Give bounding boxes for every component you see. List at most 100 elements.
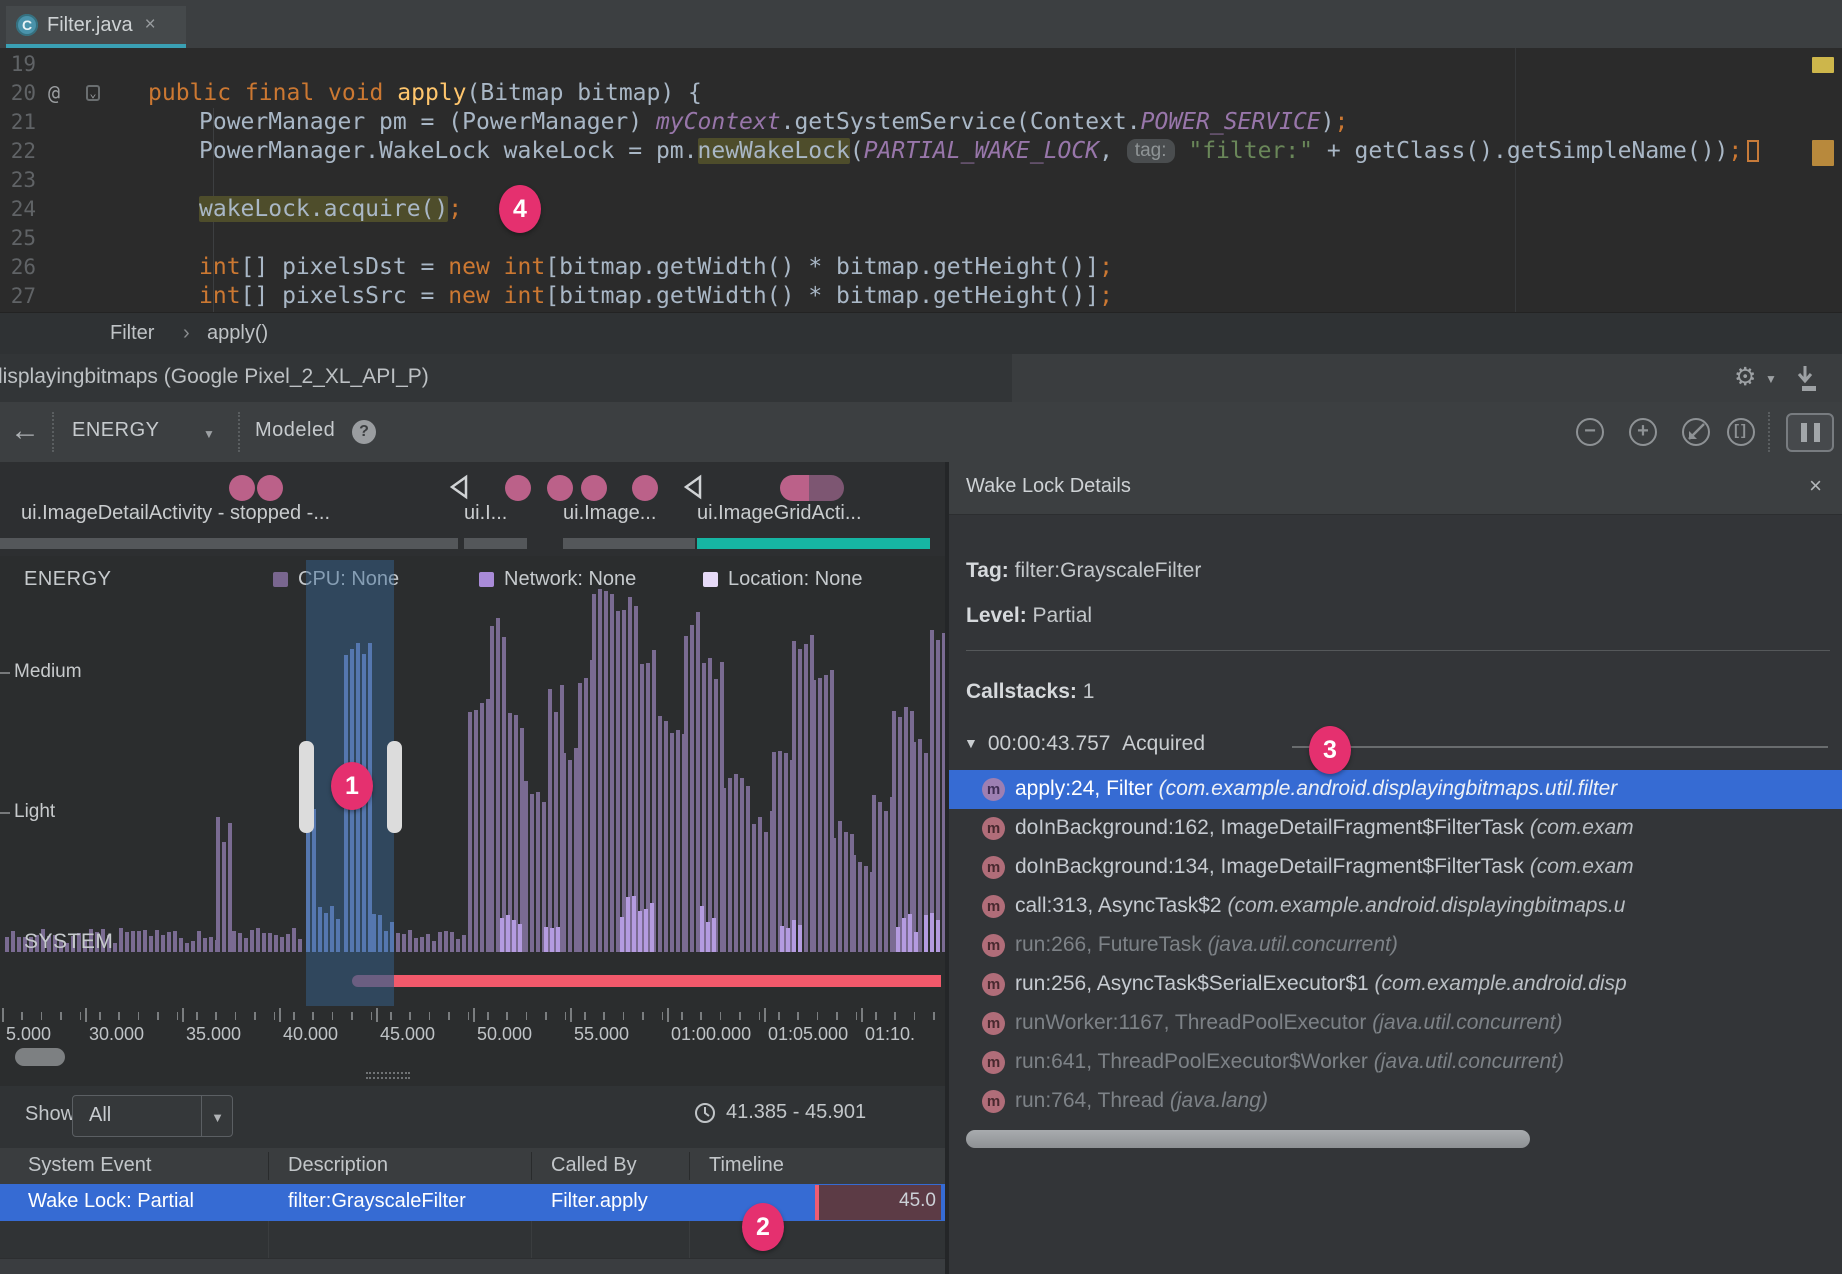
energy-bar — [119, 928, 123, 952]
profiler-category-select[interactable]: ENERGY — [72, 419, 159, 442]
download-icon[interactable] — [1792, 364, 1818, 392]
energy-bar — [676, 730, 680, 952]
table-header[interactable]: System Event Description Called By Timeline — [0, 1148, 945, 1184]
axis-minor-tick — [914, 1012, 916, 1020]
splitter-grip[interactable] — [366, 1072, 410, 1074]
energy-bar — [512, 920, 516, 952]
energy-bar — [197, 931, 201, 952]
energy-bar — [598, 589, 602, 952]
back-arrow-icon[interactable]: ← — [10, 414, 40, 448]
code-editor[interactable]: 1920@⌄public final void apply(Bitmap bit… — [0, 48, 1842, 312]
line-number: 20 — [4, 79, 36, 108]
energy-bar — [506, 915, 510, 952]
code-line[interactable]: 26int[] pixelsDst = new int[bitmap.getWi… — [0, 253, 1800, 282]
pause-live-button[interactable] — [1786, 413, 1834, 452]
activity-label[interactable]: ui.I... — [464, 502, 507, 525]
callstack-frame[interactable]: mrun:266, FutureTask (java.util.concurre… — [949, 926, 1842, 965]
wake-lock-bar[interactable] — [394, 975, 941, 987]
callstack-frame[interactable]: mdoInBackground:162, ImageDetailFragment… — [949, 809, 1842, 848]
tab-filter-java[interactable]: C Filter.java × — [6, 6, 186, 48]
energy-chart[interactable]: ENERGY CPU: NoneNetwork: NoneLocation: N… — [0, 556, 945, 1086]
column-header[interactable]: Called By — [551, 1154, 637, 1177]
axis-minor-tick — [468, 1012, 470, 1020]
y-axis-label: Light — [14, 801, 55, 823]
column-header[interactable]: Timeline — [709, 1154, 784, 1177]
error-stripe-mark[interactable] — [1812, 57, 1834, 73]
axis-major-tick — [473, 1008, 475, 1022]
code-line[interactable]: 24wakeLock.acquire(); — [0, 195, 1800, 224]
callstack-frame[interactable]: mdoInBackground:134, ImageDetailFragment… — [949, 848, 1842, 887]
callstack-group-header[interactable]: ▼00:00:43.757 Acquired — [964, 732, 1205, 756]
horizontal-scrollbar-thumb[interactable] — [15, 1048, 65, 1066]
help-icon[interactable]: ? — [352, 420, 376, 444]
energy-bar — [432, 941, 436, 952]
code-line[interactable]: 23 — [0, 166, 1800, 195]
separator — [238, 412, 240, 452]
activity-label[interactable]: ui.Image... — [563, 502, 656, 525]
callstack-frame[interactable]: mrun:764, Thread (java.lang) — [949, 1082, 1842, 1121]
code-line[interactable]: 25 — [0, 224, 1800, 253]
selection-handle[interactable] — [387, 741, 402, 833]
callstack-frame[interactable]: mapply:24, Filter (com.example.android.d… — [949, 770, 1842, 809]
table-cell: filter:GrayscaleFilter — [288, 1190, 466, 1213]
timeline-pane[interactable]: ui.ImageDetailActivity - stopped -... ui.… — [0, 462, 945, 1274]
energy-bar — [764, 832, 768, 952]
axis-major-tick — [764, 1008, 766, 1022]
column-separator — [268, 1152, 269, 1180]
breadcrumb-class[interactable]: Filter — [110, 322, 154, 345]
splitter-grip[interactable] — [366, 1077, 410, 1079]
zoom-in-icon[interactable]: + — [1629, 418, 1657, 446]
collapse-caret-icon[interactable]: ▼ — [964, 735, 978, 751]
frame-text: run:641, ThreadPoolExecutor$Worker (java… — [1015, 1050, 1564, 1074]
energy-bar — [708, 658, 712, 952]
close-icon[interactable]: × — [1809, 473, 1822, 499]
frame-text: apply:24, Filter (com.example.android.di… — [1015, 777, 1617, 801]
callstack-frame[interactable]: mrun:641, ThreadPoolExecutor$Worker (jav… — [949, 1043, 1842, 1082]
session-title-block[interactable]: displayingbitmaps (Google Pixel_2_XL_API… — [0, 354, 1012, 402]
column-header[interactable]: System Event — [28, 1154, 151, 1177]
axis-minor-tick — [254, 1012, 256, 1020]
tab-title: Filter.java — [47, 14, 133, 37]
axis-minor-tick — [565, 1012, 567, 1020]
dropdown-caret-icon: ▼ — [211, 1110, 224, 1125]
gear-caret-icon[interactable]: ▼ — [1765, 372, 1777, 386]
energy-bar — [256, 928, 260, 952]
energy-bar — [824, 675, 828, 952]
line-number: 24 — [4, 195, 36, 224]
code-line[interactable]: 20@⌄public final void apply(Bitmap bitma… — [0, 79, 1800, 108]
reset-zoom-icon[interactable] — [1682, 418, 1710, 446]
callstack-frame[interactable]: mrun:256, AsyncTask$SerialExecutor$1 (co… — [949, 965, 1842, 1004]
column-header[interactable]: Description — [288, 1154, 388, 1177]
axis-minor-tick — [235, 1012, 237, 1020]
activity-track[interactable]: ui.ImageDetailActivity - stopped -... ui.… — [0, 462, 945, 557]
table-row-selected[interactable]: Wake Lock: Partialfilter:GrayscaleFilter… — [0, 1184, 945, 1221]
fold-marker-icon[interactable]: ⌄ — [86, 85, 100, 101]
details-horizontal-scrollbar[interactable] — [966, 1130, 1530, 1148]
energy-bar — [792, 920, 796, 952]
breadcrumb-method[interactable]: apply() — [207, 322, 268, 345]
zoom-out-icon[interactable]: − — [1576, 418, 1604, 446]
axis-minor-tick — [21, 1012, 23, 1020]
event-filter-dropdown[interactable]: All ▼ — [72, 1095, 233, 1137]
callstack-frame[interactable]: mcall:313, AsyncTask$2 (com.example.andr… — [949, 887, 1842, 926]
code-line[interactable]: 21PowerManager pm = (PowerManager) myCon… — [0, 108, 1800, 137]
activity-label[interactable]: ui.ImageGridActi... — [697, 502, 862, 525]
gear-icon[interactable]: ⚙ — [1734, 362, 1756, 392]
activity-lifetime-bar — [0, 538, 458, 549]
method-icon: m — [982, 934, 1005, 957]
activity-label[interactable]: ui.ImageDetailActivity - stopped -... — [21, 502, 330, 525]
code-line[interactable]: 19 — [0, 50, 1800, 79]
category-caret-icon[interactable]: ▼ — [203, 427, 215, 441]
details-title-bar: Wake Lock Details × — [949, 462, 1842, 515]
error-stripe-mark[interactable] — [1812, 140, 1834, 166]
selection-handle[interactable] — [299, 741, 314, 833]
tab-close-icon[interactable]: × — [145, 14, 156, 36]
code-line[interactable]: 22PowerManager.WakeLock wakeLock = pm.ne… — [0, 137, 1800, 166]
callstack-frame[interactable]: mrunWorker:1167, ThreadPoolExecutor (jav… — [949, 1004, 1842, 1043]
code-line[interactable]: 27int[] pixelsSrc = new int[bitmap.getWi… — [0, 282, 1800, 311]
activity-lifetime-bar — [697, 538, 930, 549]
back-pressed-icon — [681, 474, 703, 505]
zoom-to-selection-icon[interactable]: [] — [1727, 418, 1755, 446]
energy-bar — [17, 937, 21, 952]
details-title: Wake Lock Details — [966, 475, 1131, 498]
